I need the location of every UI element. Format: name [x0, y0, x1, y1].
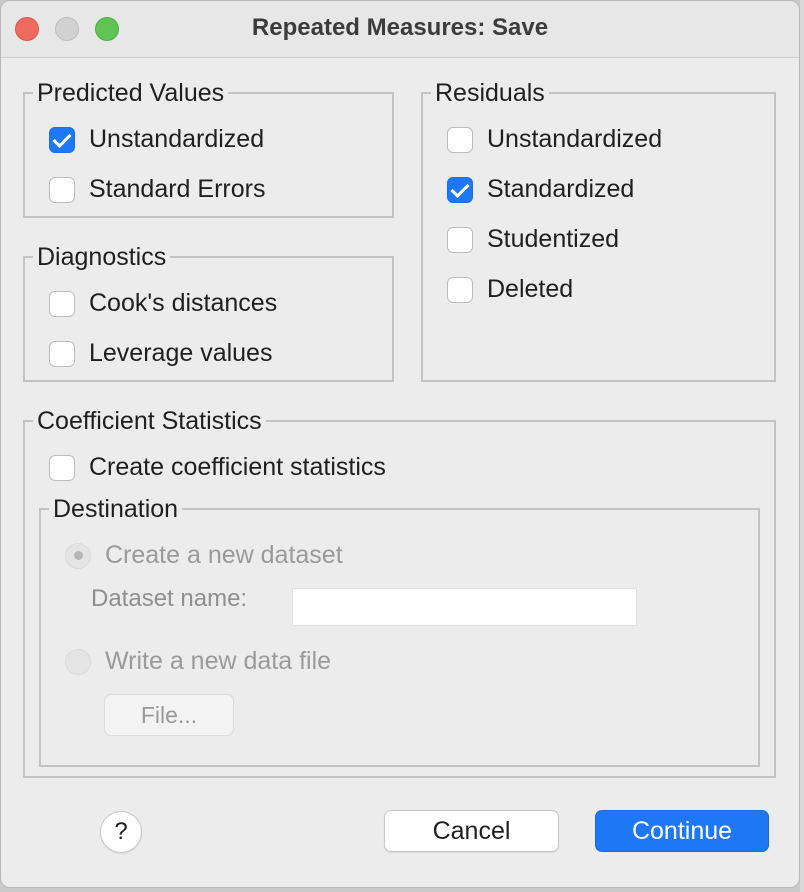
continue-button[interactable]: Continue — [595, 810, 769, 852]
residual-deleted-checkbox[interactable] — [447, 276, 473, 303]
predicted-standard-errors-option[interactable]: Standard Errors — [49, 175, 265, 204]
residual-deleted-option[interactable]: Deleted — [447, 275, 573, 304]
title-bar: Repeated Measures: Save — [1, 1, 799, 58]
write-new-data-file-option[interactable]: Write a new data file — [65, 647, 331, 676]
cooks-distances-label: Cook's distances — [89, 289, 278, 317]
write-new-data-file-radio[interactable] — [65, 648, 91, 675]
destination-legend: Destination — [53, 495, 179, 523]
leverage-values-label: Leverage values — [89, 339, 273, 367]
file-button[interactable]: File... — [104, 694, 234, 736]
predicted-unstandardized-checkbox[interactable] — [49, 126, 75, 153]
residual-unstandardized-option[interactable]: Unstandardized — [447, 125, 662, 154]
create-new-dataset-label: Create a new dataset — [105, 541, 343, 569]
create-coefficient-statistics-checkbox[interactable] — [49, 454, 75, 481]
residuals-legend: Residuals — [435, 79, 545, 107]
cooks-distances-option[interactable]: Cook's distances — [49, 289, 277, 318]
residual-studentized-label: Studentized — [487, 225, 620, 253]
residual-unstandardized-checkbox[interactable] — [447, 126, 473, 153]
leverage-values-checkbox[interactable] — [49, 340, 75, 367]
write-new-data-file-label: Write a new data file — [105, 647, 332, 675]
residual-standardized-checkbox[interactable] — [447, 176, 473, 203]
cancel-button[interactable]: Cancel — [384, 810, 559, 852]
background-strip — [800, 0, 804, 892]
residual-deleted-label: Deleted — [487, 275, 574, 303]
create-new-dataset-radio[interactable] — [65, 542, 91, 569]
predicted-standard-errors-label: Standard Errors — [89, 175, 266, 203]
dataset-name-input[interactable] — [292, 588, 637, 626]
window-title: Repeated Measures: Save — [251, 14, 549, 41]
create-new-dataset-option[interactable]: Create a new dataset — [65, 541, 343, 570]
residual-studentized-option[interactable]: Studentized — [447, 225, 619, 254]
residual-studentized-checkbox[interactable] — [447, 226, 473, 253]
predicted-standard-errors-checkbox[interactable] — [49, 176, 75, 203]
predicted-values-legend: Predicted Values — [37, 79, 225, 107]
dialog-window: Repeated Measures: Save Predicted Values… — [0, 0, 800, 888]
residual-standardized-label: Standardized — [487, 175, 635, 203]
predicted-unstandardized-label: Unstandardized — [89, 125, 265, 153]
coefficient-statistics-legend: Coefficient Statistics — [37, 407, 262, 435]
dataset-name-label: Dataset name: — [91, 585, 248, 612]
leverage-values-option[interactable]: Leverage values — [49, 339, 272, 368]
residual-standardized-option[interactable]: Standardized — [447, 175, 634, 204]
predicted-unstandardized-option[interactable]: Unstandardized — [49, 125, 264, 154]
help-button[interactable]: ? — [100, 811, 142, 853]
create-coefficient-statistics-label: Create coefficient statistics — [89, 453, 386, 481]
cooks-distances-checkbox[interactable] — [49, 290, 75, 317]
create-coefficient-statistics-option[interactable]: Create coefficient statistics — [49, 453, 386, 482]
residual-unstandardized-label: Unstandardized — [487, 125, 663, 153]
diagnostics-legend: Diagnostics — [37, 243, 167, 271]
